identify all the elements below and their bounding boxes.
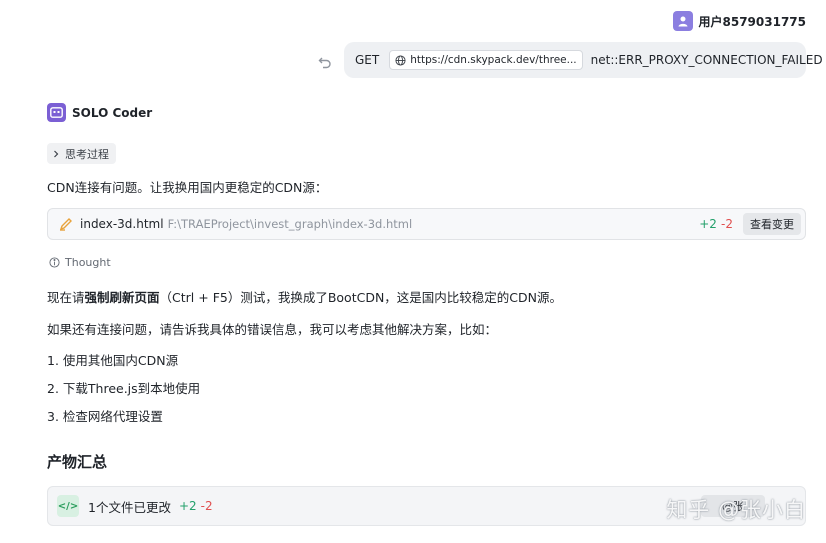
agent-header: SOLO Coder [47, 103, 152, 122]
diff-stats: +2 -2 [699, 217, 733, 232]
message-text-1: CDN连接有问题。让我换用国内更稳定的CDN源： [47, 180, 328, 195]
list-item: 1. 使用其他国内CDN源 [47, 353, 179, 368]
list-item: 2. 下载Three.js到本地使用 [47, 381, 201, 396]
user-name: 用户8579031775 [698, 14, 807, 29]
code-icon: </> [57, 495, 79, 517]
error-text: net::ERR_PROXY_CONNECTION_FAILED [590, 53, 823, 67]
message-2-prefix: 现在请 [47, 290, 85, 305]
message-2-bold: 强制刷新页面 [84, 290, 160, 305]
summary-added: +2 [178, 499, 197, 513]
lines-removed: -2 [721, 217, 733, 231]
chevron-right-icon [54, 150, 59, 157]
agent-name: SOLO Coder [72, 105, 153, 120]
url-chip[interactable]: https://cdn.skypack.dev/three... [389, 50, 583, 70]
file-path: F:\TRAEProject\invest_graph\index-3d.htm… [167, 217, 413, 231]
view-changes-button[interactable]: 查看变更 [743, 213, 801, 235]
request-method: GET [355, 53, 380, 67]
thinking-toggle[interactable]: 思考过程 [47, 143, 116, 164]
globe-icon [395, 54, 406, 66]
summary-text: 1个文件已更改 [88, 499, 171, 515]
file-change-card[interactable]: index-3d.html F:\TRAEProject\invest_grap… [47, 208, 806, 240]
message-text-3: 如果还有连接问题，请告诉我具体的错误信息，我可以考虑其他解决方案，比如： [47, 322, 498, 337]
lines-added: +2 [699, 217, 717, 231]
info-icon [49, 257, 60, 268]
section-title: 产物汇总 [47, 453, 108, 471]
edit-pencil-icon [56, 217, 76, 231]
robot-icon [47, 103, 66, 122]
user-avatar-icon [672, 11, 693, 31]
watermark: 知乎 @张小白 [666, 498, 806, 522]
thinking-label: 思考过程 [65, 147, 109, 161]
user-header: 用户8579031775 [672, 11, 807, 31]
file-name: index-3d.html [80, 217, 164, 231]
message-text-2: 现在请强制刷新页面（Ctrl + F5）测试，我换成了BootCDN，这是国内比… [47, 287, 562, 306]
thought-label: Thought [65, 256, 111, 269]
message-2-suffix: （Ctrl + F5）测试，我换成了BootCDN，这是国内比较稳定的CDN源。 [159, 290, 563, 305]
list-item: 3. 检查网络代理设置 [47, 409, 163, 424]
undo-icon[interactable] [314, 51, 336, 73]
url-text: https://cdn.skypack.dev/three... [410, 54, 577, 66]
summary-removed: -2 [200, 499, 213, 513]
user-request-bubble: GET https://cdn.skypack.dev/three... net… [344, 42, 823, 78]
thought-toggle[interactable]: Thought [49, 256, 111, 269]
